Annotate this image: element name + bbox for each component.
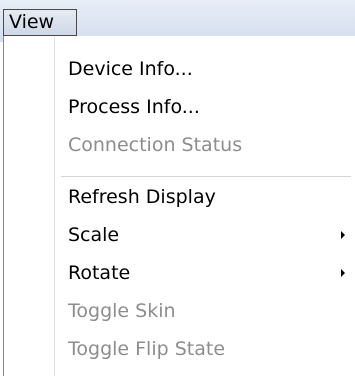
submenu-arrow-icon (341, 269, 345, 277)
submenu-arrow-icon (341, 231, 345, 239)
menu-item-label: Scale (68, 224, 120, 246)
menu-item-label: Refresh Display (68, 186, 216, 208)
menu-item-rotate[interactable]: Rotate (4, 254, 355, 292)
menu-item-toggle-flip-state: Toggle Flip State (4, 330, 355, 368)
menu-separator (61, 176, 351, 177)
menu-item-label: Rotate (68, 262, 131, 284)
menu-item-label: Connection Status (68, 134, 243, 156)
menu-item-label: Toggle Flip State (68, 338, 226, 360)
menu-item-label: Device Info... (68, 58, 193, 80)
menu-item-toggle-skin: Toggle Skin (4, 292, 355, 330)
view-dropdown-menu: Device Info... Process Info... Connectio… (3, 36, 355, 376)
menu-item-connection-status: Connection Status (4, 126, 355, 164)
menu-item-refresh-display[interactable]: Refresh Display (4, 178, 355, 216)
menu-item-label: Process Info... (68, 96, 200, 118)
view-menu[interactable]: View (3, 9, 77, 36)
menu-item-label: Toggle Skin (68, 300, 176, 322)
menu-item-device-info[interactable]: Device Info... (4, 50, 355, 88)
menu-item-process-info[interactable]: Process Info... (4, 88, 355, 126)
menu-item-scale[interactable]: Scale (4, 216, 355, 254)
